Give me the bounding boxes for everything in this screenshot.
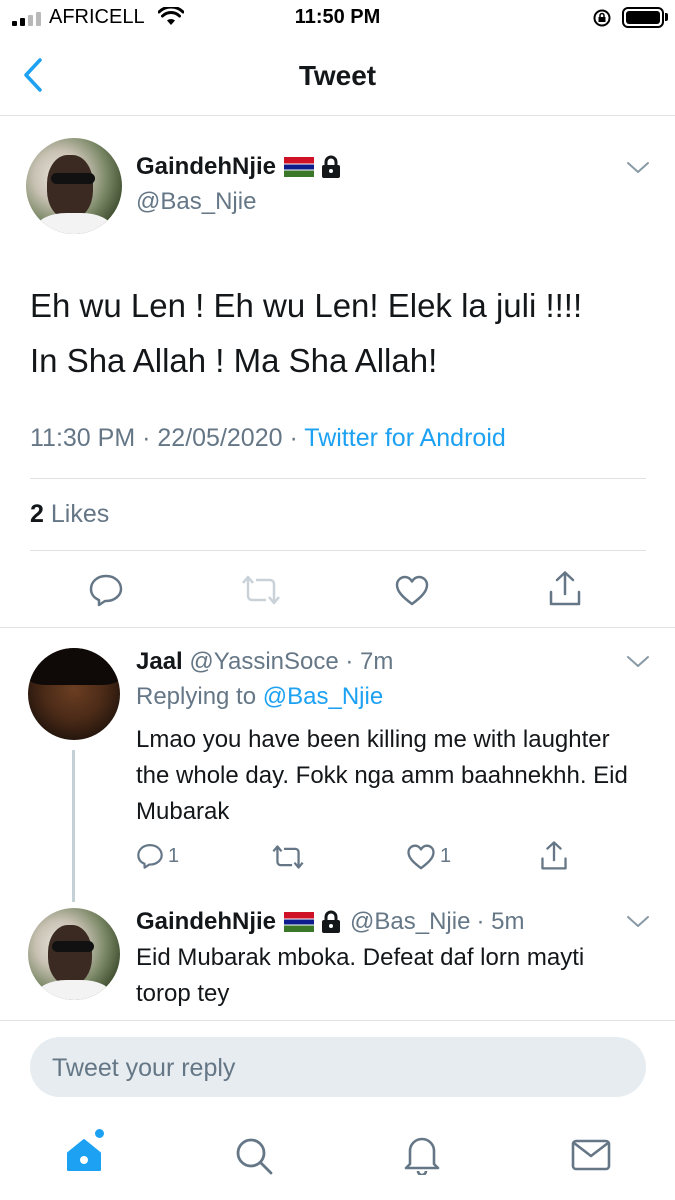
author-name-row: GaindehNjie xyxy=(136,153,342,181)
reply-age: · 5m xyxy=(476,908,525,935)
reply-name-row: Jaal @YassinSoce · 7m xyxy=(136,648,393,676)
tweet-date: 22/05/2020 xyxy=(157,424,283,452)
reply-compose-input[interactable]: Tweet your reply xyxy=(30,1037,646,1097)
share-icon[interactable] xyxy=(540,840,568,872)
reply-icon xyxy=(137,844,163,869)
reply-options-chevron-down-icon[interactable] xyxy=(626,654,650,670)
lock-icon xyxy=(322,910,341,933)
battery-icon xyxy=(622,7,664,28)
like-icon[interactable] xyxy=(394,574,430,606)
replying-to-handle[interactable]: @Bas_Njie xyxy=(263,683,383,710)
home-notification-dot xyxy=(95,1129,104,1138)
reply-options-chevron-down-icon[interactable] xyxy=(626,914,650,930)
battery-tip xyxy=(665,13,668,21)
gambia-flag-icon xyxy=(284,912,315,932)
search-icon[interactable] xyxy=(234,1136,274,1176)
home-icon[interactable] xyxy=(64,1136,104,1174)
nav-bar: Tweet xyxy=(0,38,675,116)
tweet-time: 11:30 PM xyxy=(30,424,136,452)
retweet-icon[interactable] xyxy=(242,574,280,606)
reply-text: Eid Mubarak mboka. Defeat daf lorn mayti… xyxy=(136,944,585,1007)
reply-age: · 7m xyxy=(345,648,394,675)
reply-name-row: GaindehNjie @Bas_Njie · 5m xyxy=(136,908,524,936)
meta-separator: · xyxy=(289,424,298,452)
meta-separator: · xyxy=(142,424,151,452)
replying-to: Replying to @Bas_Njie xyxy=(136,683,383,711)
thread-line xyxy=(72,750,75,902)
likes-count[interactable]: 2 Likes xyxy=(30,500,109,529)
status-bar: AFRICELL 11:50 PM xyxy=(0,0,675,38)
divider xyxy=(0,627,675,628)
reply-author-name[interactable]: GaindehNjie xyxy=(136,908,276,936)
tweet-source-link[interactable]: Twitter for Android xyxy=(304,424,505,452)
reply-avatar[interactable] xyxy=(28,908,120,1000)
reply-author-handle[interactable]: @Bas_Njie xyxy=(350,908,470,936)
share-icon[interactable] xyxy=(548,570,582,608)
reply-reply-count: 1 xyxy=(168,844,180,867)
reply-author-name[interactable]: Jaal xyxy=(136,648,183,675)
likes-label: Likes xyxy=(50,500,110,528)
like-icon xyxy=(407,844,435,870)
tweet-meta: 11:30 PM · 22/05/2020 · Twitter for Andr… xyxy=(30,424,506,453)
status-time: 11:50 PM xyxy=(294,6,381,28)
reply-like-count: 1 xyxy=(440,845,452,867)
reply-like-action[interactable]: 1 xyxy=(406,843,451,870)
lock-icon xyxy=(322,155,341,178)
gambia-flag-icon xyxy=(284,157,315,177)
replying-prefix: Replying to xyxy=(136,683,257,710)
reply-author-handle[interactable]: @YassinSoce xyxy=(189,648,338,675)
divider xyxy=(30,550,646,551)
page-title: Tweet xyxy=(298,60,377,91)
tweet-text-line-2: In Sha Allah ! Ma Sha Allah! xyxy=(30,342,438,379)
likes-number: 2 xyxy=(30,500,44,528)
reply-text: Lmao you have been killing me with laugh… xyxy=(136,726,628,825)
reply-reply-action[interactable]: 1 xyxy=(136,842,179,870)
reply-avatar[interactable] xyxy=(28,648,120,740)
messages-icon[interactable] xyxy=(570,1138,612,1172)
notifications-icon[interactable] xyxy=(402,1133,442,1175)
author-avatar[interactable] xyxy=(26,138,122,234)
rotation-lock-icon xyxy=(593,9,611,27)
reply-icon[interactable] xyxy=(88,572,124,608)
author-name[interactable]: GaindehNjie xyxy=(136,153,276,181)
tweet-text: Eh wu Len ! Eh wu Len! Elek la juli !!!!… xyxy=(30,278,650,388)
divider xyxy=(0,1020,675,1021)
divider xyxy=(30,478,646,479)
compose-placeholder: Tweet your reply xyxy=(52,1054,236,1082)
author-handle[interactable]: @Bas_Njie xyxy=(136,188,256,216)
tweet-text-line-1: Eh wu Len ! Eh wu Len! Elek la juli !!!! xyxy=(30,287,583,324)
tweet-options-chevron-down-icon[interactable] xyxy=(626,160,650,176)
retweet-icon[interactable] xyxy=(272,844,304,870)
